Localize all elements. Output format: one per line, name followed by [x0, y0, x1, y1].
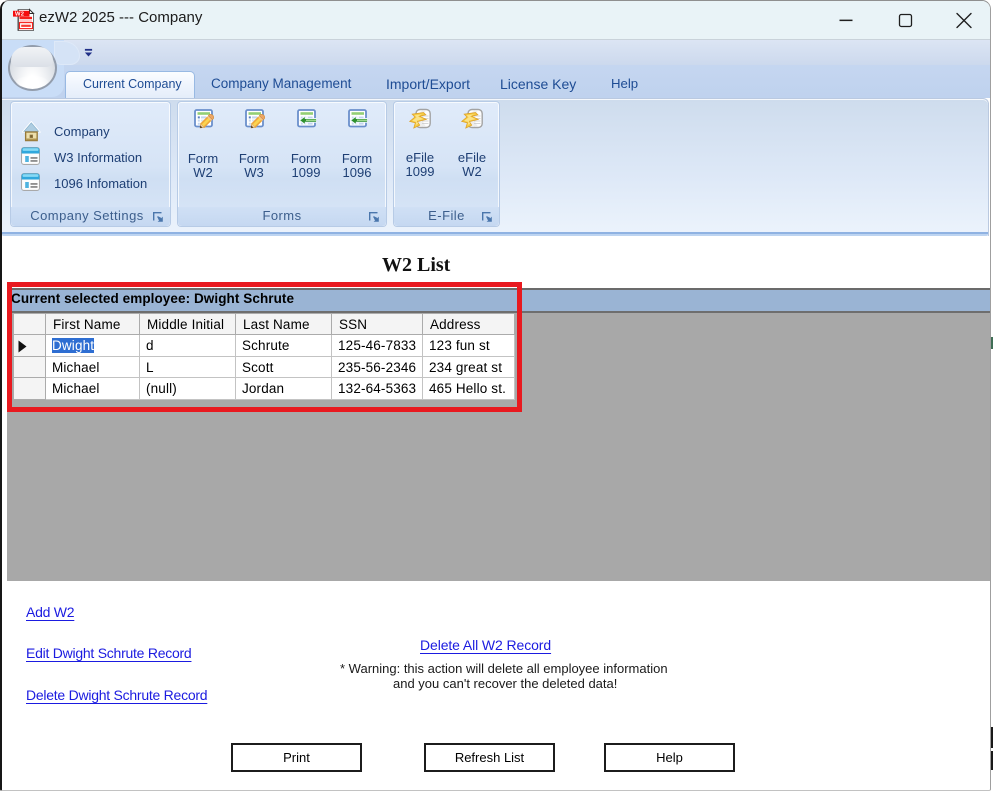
svg-text:W2: W2 [15, 12, 24, 18]
